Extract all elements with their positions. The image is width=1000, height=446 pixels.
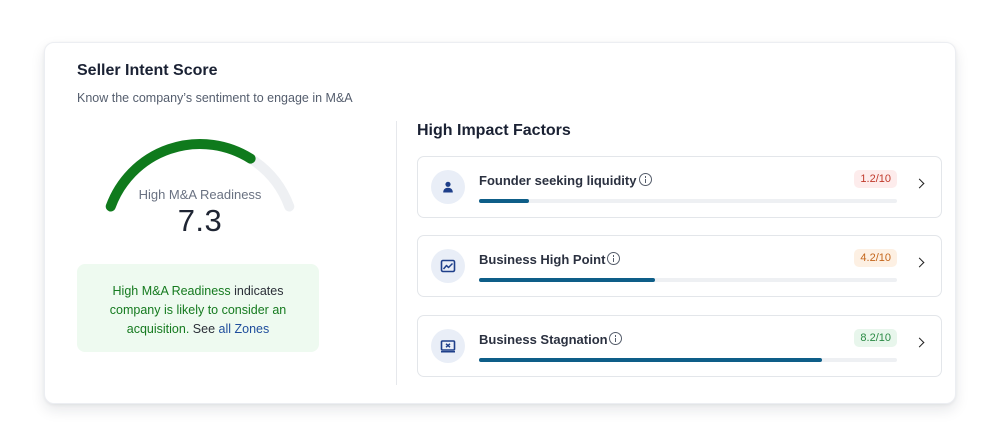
factor-progress-fill [479, 199, 530, 203]
gauge-label: High M&A Readiness [138, 187, 262, 202]
readiness-gauge: High M&A Readiness 7.3 [85, 119, 315, 249]
factor-founder-seeking-liquidity[interactable]: Founder seeking liquidity 1.2/10 [417, 156, 942, 218]
note-text-4: See [189, 322, 219, 336]
trend-chart-icon [431, 249, 465, 283]
factor-progress-track [479, 358, 897, 362]
card-subtitle: Know the company’s sentiment to engage i… [77, 91, 353, 105]
stagnation-chart-icon [431, 329, 465, 363]
factor-progress-track [479, 199, 897, 203]
chevron-right-icon[interactable] [914, 178, 925, 189]
note-text-2: company is likely to consider an [109, 303, 287, 317]
chevron-right-icon[interactable] [914, 257, 925, 268]
note-text-3: acquisition. [126, 322, 190, 336]
factor-business-high-point[interactable]: Business High Point 4.2/10 [417, 235, 942, 297]
factor-name: Founder seeking liquidity [479, 173, 637, 188]
factor-name: Business High Point [479, 252, 606, 267]
factors-title: High Impact Factors [417, 122, 571, 139]
factor-progress-fill [479, 358, 822, 362]
info-icon[interactable] [609, 332, 622, 345]
note-highlight: High M&A Readiness [112, 284, 231, 298]
section-divider [396, 121, 397, 385]
factor-progress-fill [479, 278, 655, 282]
seller-intent-card: Seller Intent Score Know the company’s s… [44, 42, 956, 404]
info-icon[interactable] [639, 173, 652, 186]
gauge-value: 7.3 [177, 203, 223, 238]
all-zones-link[interactable]: all Zones [219, 322, 270, 336]
info-icon[interactable] [607, 252, 620, 265]
note-text-1: indicates [230, 284, 284, 298]
person-icon [431, 170, 465, 204]
factor-progress-track [479, 278, 897, 282]
factor-score-badge: 1.2/10 [854, 170, 897, 188]
factor-score-badge: 8.2/10 [854, 329, 897, 347]
factor-score-badge: 4.2/10 [854, 249, 897, 267]
readiness-note: High M&A Readiness indicates company is … [77, 264, 319, 352]
factor-business-stagnation[interactable]: Business Stagnation 8.2/10 [417, 315, 942, 377]
card-title: Seller Intent Score [77, 62, 218, 79]
chevron-right-icon[interactable] [914, 337, 925, 348]
factor-name: Business Stagnation [479, 332, 608, 347]
